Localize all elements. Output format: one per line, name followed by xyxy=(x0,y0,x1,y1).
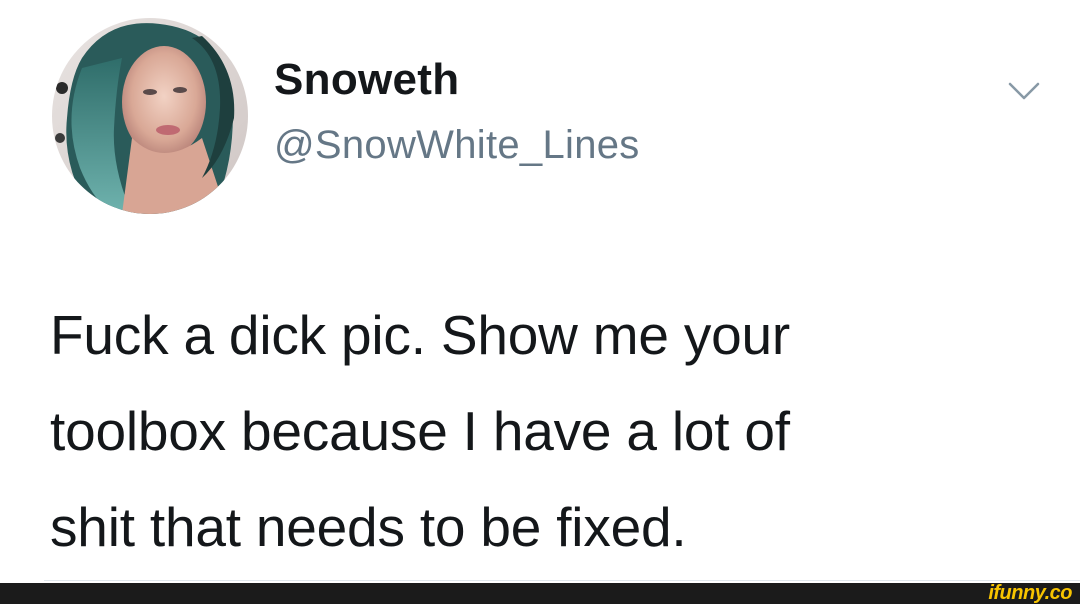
author-info: Snoweth @SnowWhite_Lines xyxy=(274,54,640,168)
avatar[interactable] xyxy=(52,18,248,214)
ifunny-watermark: ifunny.co xyxy=(988,582,1072,604)
tweet-header: Snoweth @SnowWhite_Lines xyxy=(52,18,1052,218)
tweet-text-line: shit that needs to be fixed. xyxy=(50,496,687,558)
watermark-bar: ifunny.co xyxy=(0,583,1080,604)
user-handle[interactable]: @SnowWhite_Lines xyxy=(274,122,640,168)
display-name[interactable]: Snoweth xyxy=(274,54,640,106)
tweet-text: Fuck a dick pic. Show me your toolbox be… xyxy=(50,287,1050,575)
tweet-text-line: Fuck a dick pic. Show me your xyxy=(50,304,791,366)
divider xyxy=(44,580,1080,581)
tweet-screenshot: Snoweth @SnowWhite_Lines Fuck a dick pic… xyxy=(0,0,1080,604)
avatar-image xyxy=(52,18,248,214)
tweet-text-line: toolbox because I have a lot of xyxy=(50,400,790,462)
chevron-down-icon[interactable] xyxy=(1004,76,1044,106)
